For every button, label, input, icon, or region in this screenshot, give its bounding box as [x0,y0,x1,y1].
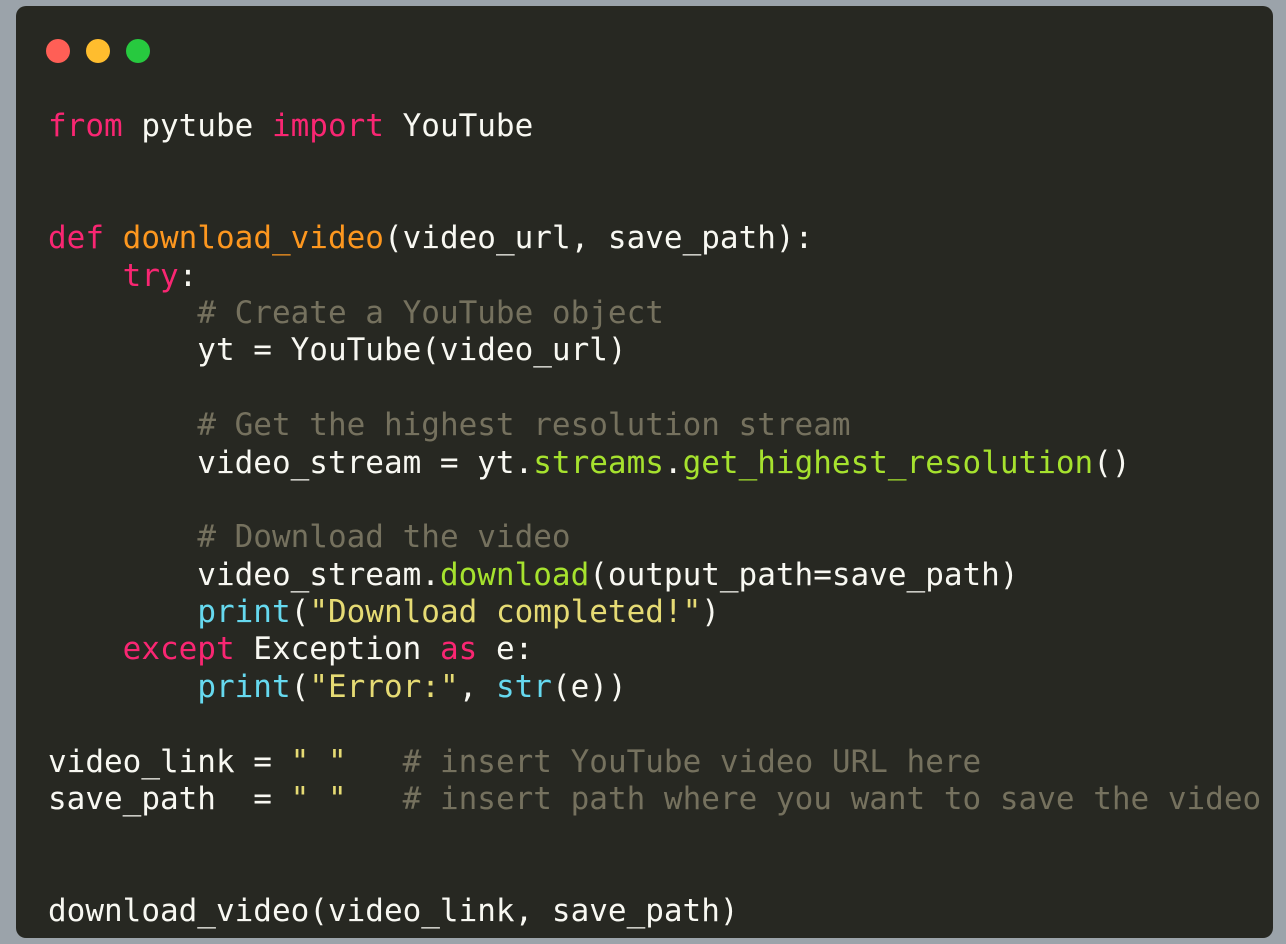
code-line: download_video(video_link, save_path) [48,893,1261,930]
code-token-fn: download_video [122,220,384,257]
code-line: yt = YouTube(video_url) [48,332,1261,369]
code-token-bi: print [197,594,291,631]
code-token-kw: import [271,108,384,144]
code-token-txt: (video_url, save_path): [383,220,814,257]
code-token-kw: def [48,220,104,257]
code-token-cm: # Create a YouTube object [197,294,664,331]
code-token-txt: () [1093,444,1131,481]
code-line: video_stream = yt.streams.get_highest_re… [48,445,1261,482]
code-token-txt: . [663,444,683,481]
code-line: # Create a YouTube object [48,295,1261,332]
code-line: # Download the video [48,519,1261,556]
code-token-str: "Download completed!" [309,594,702,631]
code-line: except Exception as e: [48,631,1261,668]
code-window: from pytube import YouTube def download_… [16,6,1273,938]
code-token-meth: download [439,556,590,593]
code-token-txt: ) [701,594,720,631]
code-line: video_link = " " # insert YouTube video … [48,744,1261,781]
code-token-cm: # insert YouTube video URL here [402,743,982,780]
code-token-str: " " [290,781,347,818]
code-token-meth: streams [533,444,664,481]
code-token-cm: # insert path where you want to save the… [402,781,1262,818]
code-line: def download_video(video_url, save_path)… [48,220,1261,257]
code-token-txt: YouTube [383,108,534,144]
code-token-cm: # Get the highest resolution stream [197,407,851,444]
code-line: try: [48,258,1261,295]
maximize-dot-icon[interactable] [126,39,150,63]
code-token-str: "Error:" [309,668,459,705]
code-line: print("Error:", str(e)) [48,669,1261,706]
code-token-txt: (output_path=save_path) [589,556,1019,593]
code-token-txt: ( [290,594,310,631]
code-line: video_stream.download(output_path=save_p… [48,557,1261,594]
close-dot-icon[interactable] [46,39,70,63]
code-token-txt: e: [477,631,534,668]
code-line: print("Download completed!") [48,594,1261,631]
code-token-txt: save_path = [48,781,291,818]
code-token-txt: , [458,668,496,705]
window-controls [46,39,166,63]
code-token-txt: video_stream. [48,556,440,593]
code-line: save_path = " " # insert path where you … [48,781,1261,818]
code-token-txt: ( [290,668,310,705]
code-block: from pytube import YouTube def download_… [48,108,1261,931]
code-token-cm: # Download the video [197,519,571,556]
code-token-txt: pytube [122,108,272,144]
code-token-kw: try [122,257,179,294]
code-token-bi: str [495,668,552,705]
code-line: from pytube import YouTube [48,108,1261,145]
code-token-txt: yt = YouTube(video_url) [48,332,627,369]
code-token-txt: Exception [234,631,440,668]
code-token-txt: download_video(video_link, save_path) [48,893,739,930]
code-token-txt: video_stream = yt. [48,444,534,481]
code-token-txt: (e)) [551,668,627,705]
code-token-bi: print [197,668,291,705]
code-token-txt: : [178,257,198,294]
code-token-txt: video_link = [48,743,291,780]
code-token-kw: from [48,108,123,144]
code-token-meth: get_highest_resolution [682,444,1094,481]
code-line: # Get the highest resolution stream [48,407,1261,444]
code-token-kw: except [122,631,235,668]
code-token-kw: as [439,631,478,668]
code-token-str: " " [290,743,347,780]
minimize-dot-icon[interactable] [86,39,110,63]
